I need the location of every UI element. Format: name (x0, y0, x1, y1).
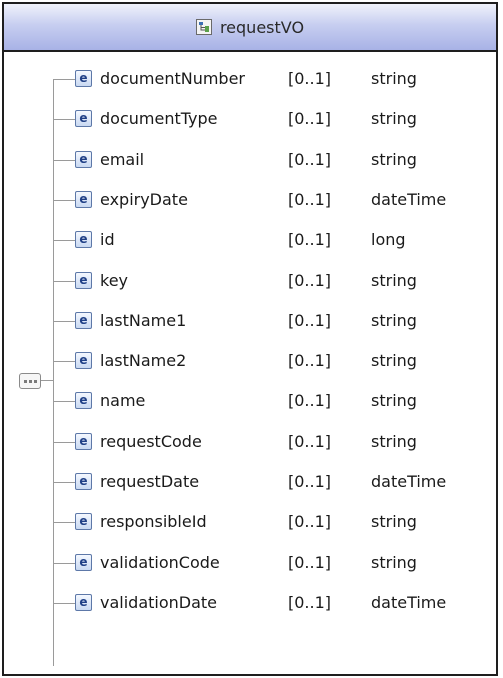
element-icon: e (75, 150, 92, 168)
element-sequence: e documentNumber [0..1] string e documentType… (4, 52, 496, 674)
element-multiplicity: [0..1] (288, 189, 332, 209)
branch-line (53, 280, 75, 282)
element-icon: e (75, 513, 92, 531)
element-name: email (100, 149, 145, 169)
branch-line (53, 562, 75, 564)
element-row[interactable]: e documentType [0..1] string (4, 104, 496, 134)
element-multiplicity: [0..1] (288, 149, 332, 169)
element-multiplicity: [0..1] (288, 552, 332, 572)
element-icon: e (75, 392, 92, 410)
element-row[interactable]: e id [0..1] long (4, 225, 496, 255)
element-type: string (371, 310, 417, 330)
element-row[interactable]: e requestCode [0..1] string (4, 427, 496, 457)
element-icon: e (75, 473, 92, 490)
element-row[interactable]: e requestDate [0..1] dateTime (4, 467, 496, 497)
element-row[interactable]: e expiryDate [0..1] dateTime (4, 185, 496, 215)
element-type: long (371, 230, 406, 250)
element-row[interactable]: e lastName1 [0..1] string (4, 306, 496, 336)
element-name: requestCode (100, 431, 202, 451)
element-multiplicity: [0..1] (288, 270, 332, 290)
element-row[interactable]: e name [0..1] string (4, 386, 496, 416)
element-type: string (371, 512, 417, 532)
branch-line (53, 482, 75, 483)
element-name: validationCode (100, 552, 220, 572)
element-multiplicity: [0..1] (288, 472, 332, 491)
element-name: validationDate (100, 592, 218, 612)
element-name: name (100, 391, 146, 411)
element-multiplicity: [0..1] (288, 109, 332, 129)
element-name: id (100, 230, 115, 250)
element-multiplicity: [0..1] (288, 431, 332, 451)
element-icon: e (75, 231, 92, 249)
complex-type-header[interactable]: requestVO (4, 4, 496, 52)
element-icon: e (75, 352, 92, 370)
element-icon: e (75, 110, 92, 128)
element-row[interactable]: e email [0..1] string (4, 145, 496, 175)
element-type: string (371, 109, 417, 129)
element-type: dateTime (371, 472, 447, 491)
branch-line (53, 602, 75, 604)
element-row[interactable]: e responsibleId [0..1] string (4, 507, 496, 537)
element-row[interactable]: e validationCode [0..1] string (4, 548, 496, 578)
element-type: dateTime (371, 592, 447, 612)
sequence-connector (41, 380, 53, 381)
element-type: string (371, 552, 417, 572)
element-type: string (371, 431, 417, 451)
branch-line (53, 240, 75, 242)
element-type: string (371, 149, 417, 169)
element-name: responsibleId (100, 512, 207, 532)
branch-line (53, 199, 75, 201)
branch-line (53, 320, 75, 322)
element-type: string (371, 391, 417, 411)
element-multiplicity: [0..1] (288, 230, 332, 250)
complex-type-box: requestVO e documentNumber [0..1] string e do… (2, 2, 498, 676)
branch-line (53, 441, 75, 443)
element-icon: e (75, 311, 92, 329)
element-name: documentNumber (100, 69, 245, 88)
element-name: requestDate (100, 472, 200, 491)
element-type: string (371, 270, 417, 290)
element-name: lastName1 (100, 310, 187, 330)
complex-type-icon (195, 19, 212, 35)
element-row[interactable]: e key [0..1] string (4, 266, 496, 296)
branch-line (53, 119, 75, 121)
element-multiplicity: [0..1] (288, 351, 332, 371)
branch-line (53, 79, 75, 80)
element-type: dateTime (371, 189, 447, 209)
element-multiplicity: [0..1] (288, 69, 332, 88)
element-type: string (371, 351, 417, 371)
branch-line (53, 522, 75, 524)
branch-line (53, 361, 75, 363)
element-name: expiryDate (100, 189, 188, 209)
element-icon: e (75, 553, 92, 571)
element-name: key (100, 270, 129, 290)
element-icon: e (75, 593, 92, 611)
element-icon: e (75, 190, 92, 208)
element-name: documentType (100, 109, 218, 129)
element-icon: e (75, 70, 92, 87)
element-multiplicity: [0..1] (288, 310, 332, 330)
element-row[interactable]: e validationDate [0..1] dateTime (4, 588, 496, 618)
element-row[interactable]: e documentNumber [0..1] string (4, 64, 496, 94)
element-row[interactable]: e lastName2 [0..1] string (4, 346, 496, 376)
element-multiplicity: [0..1] (288, 512, 332, 532)
element-multiplicity: [0..1] (288, 592, 332, 612)
branch-line (53, 401, 75, 403)
branch-line (53, 159, 75, 161)
element-type: string (371, 69, 417, 88)
complex-type-title: requestVO (219, 17, 305, 37)
element-icon: e (75, 432, 92, 450)
element-multiplicity: [0..1] (288, 391, 332, 411)
element-name: lastName2 (100, 351, 187, 371)
element-icon: e (75, 271, 92, 289)
